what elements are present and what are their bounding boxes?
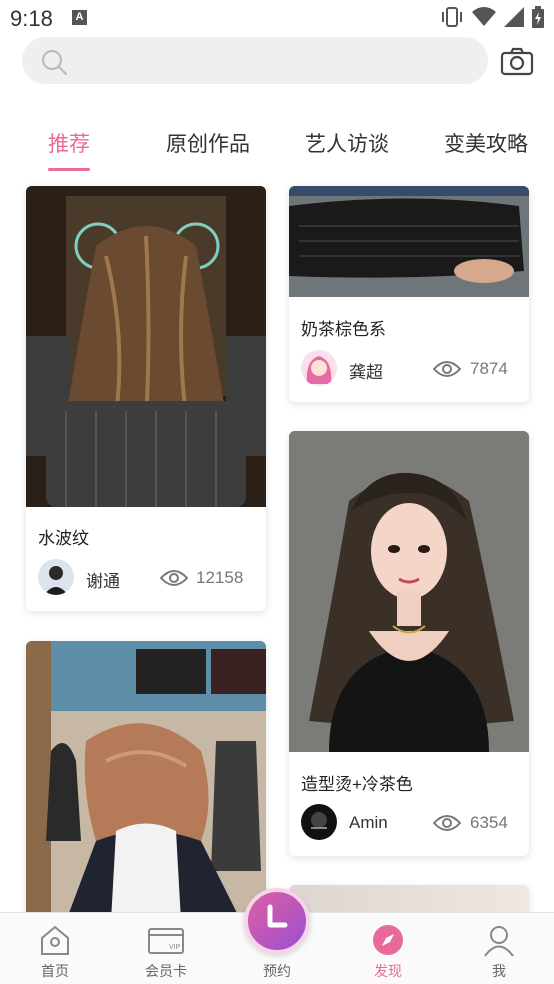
post-image[interactable] [26,186,266,507]
signal-icon [504,7,524,27]
post-title: 奶茶棕色系 [301,320,386,339]
portrait-photo [289,431,529,752]
post-image[interactable] [289,431,529,752]
post-card[interactable]: 造型烫+冷茶色 Amin 6354 [289,431,529,856]
category-tabs: 推荐 原创作品 艺人访谈 变美攻略 [0,120,554,180]
user-icon [484,926,514,957]
eye-icon [160,570,188,586]
avatar[interactable] [301,350,337,386]
tab-beauty-guide[interactable]: 变美攻略 [444,128,528,158]
post-card[interactable]: 水波纹 谢通 12158 [26,186,266,611]
booking-button[interactable] [244,888,310,954]
tab-recommend[interactable]: 推荐 [48,128,90,158]
vibrate-icon [442,7,462,27]
post-card[interactable] [26,641,266,921]
clock-icon [267,904,288,928]
post-author[interactable]: 谢通 [86,567,120,592]
vip-text: VIP [169,944,181,951]
hair-photo [289,186,529,297]
salon-photo [26,641,266,921]
status-time: 9:18 [10,6,53,31]
vip-card-icon: VIP [148,928,184,954]
post-title: 造型烫+冷茶色 [301,775,413,794]
nav-label: 会员卡 [145,963,187,979]
post-title: 水波纹 [38,529,89,548]
eye-icon [433,361,461,377]
tab-active-indicator [48,168,90,171]
nav-label: 发现 [374,963,402,979]
status-icons [440,6,544,28]
nav-label: 首页 [41,963,69,979]
post-card[interactable]: 奶茶棕色系 龚超 7874 [289,186,529,402]
view-count: 7874 [470,359,508,378]
notification-icon: A [72,10,87,25]
home-icon [41,925,69,955]
view-count: 12158 [196,568,244,587]
eye-icon [433,815,461,831]
nav-label: 我 [492,963,506,979]
tab-original-works[interactable]: 原创作品 [166,128,250,158]
nav-home[interactable]: 首页 [15,923,95,981]
nav-vip-card[interactable]: VIP 会员卡 [126,923,206,981]
hair-photo [26,186,266,507]
search-bar[interactable] [22,37,488,84]
camera-icon[interactable] [500,46,534,76]
view-count: 6354 [470,813,508,832]
tab-artist-interviews[interactable]: 艺人访谈 [305,128,389,158]
wifi-icon [472,7,496,27]
search-icon [41,49,68,76]
post-author[interactable]: Amin [349,813,388,833]
nav-label: 预约 [263,963,291,979]
post-image[interactable] [26,641,266,921]
status-bar: 9:18 A [0,0,554,36]
avatar[interactable] [301,804,337,840]
avatar[interactable] [38,559,74,595]
post-image[interactable] [289,186,529,297]
nav-me[interactable]: 我 [459,923,539,981]
post-author[interactable]: 龚超 [349,358,383,383]
compass-icon [373,925,403,955]
battery-icon [532,6,544,28]
nav-discover[interactable]: 发现 [348,923,428,981]
